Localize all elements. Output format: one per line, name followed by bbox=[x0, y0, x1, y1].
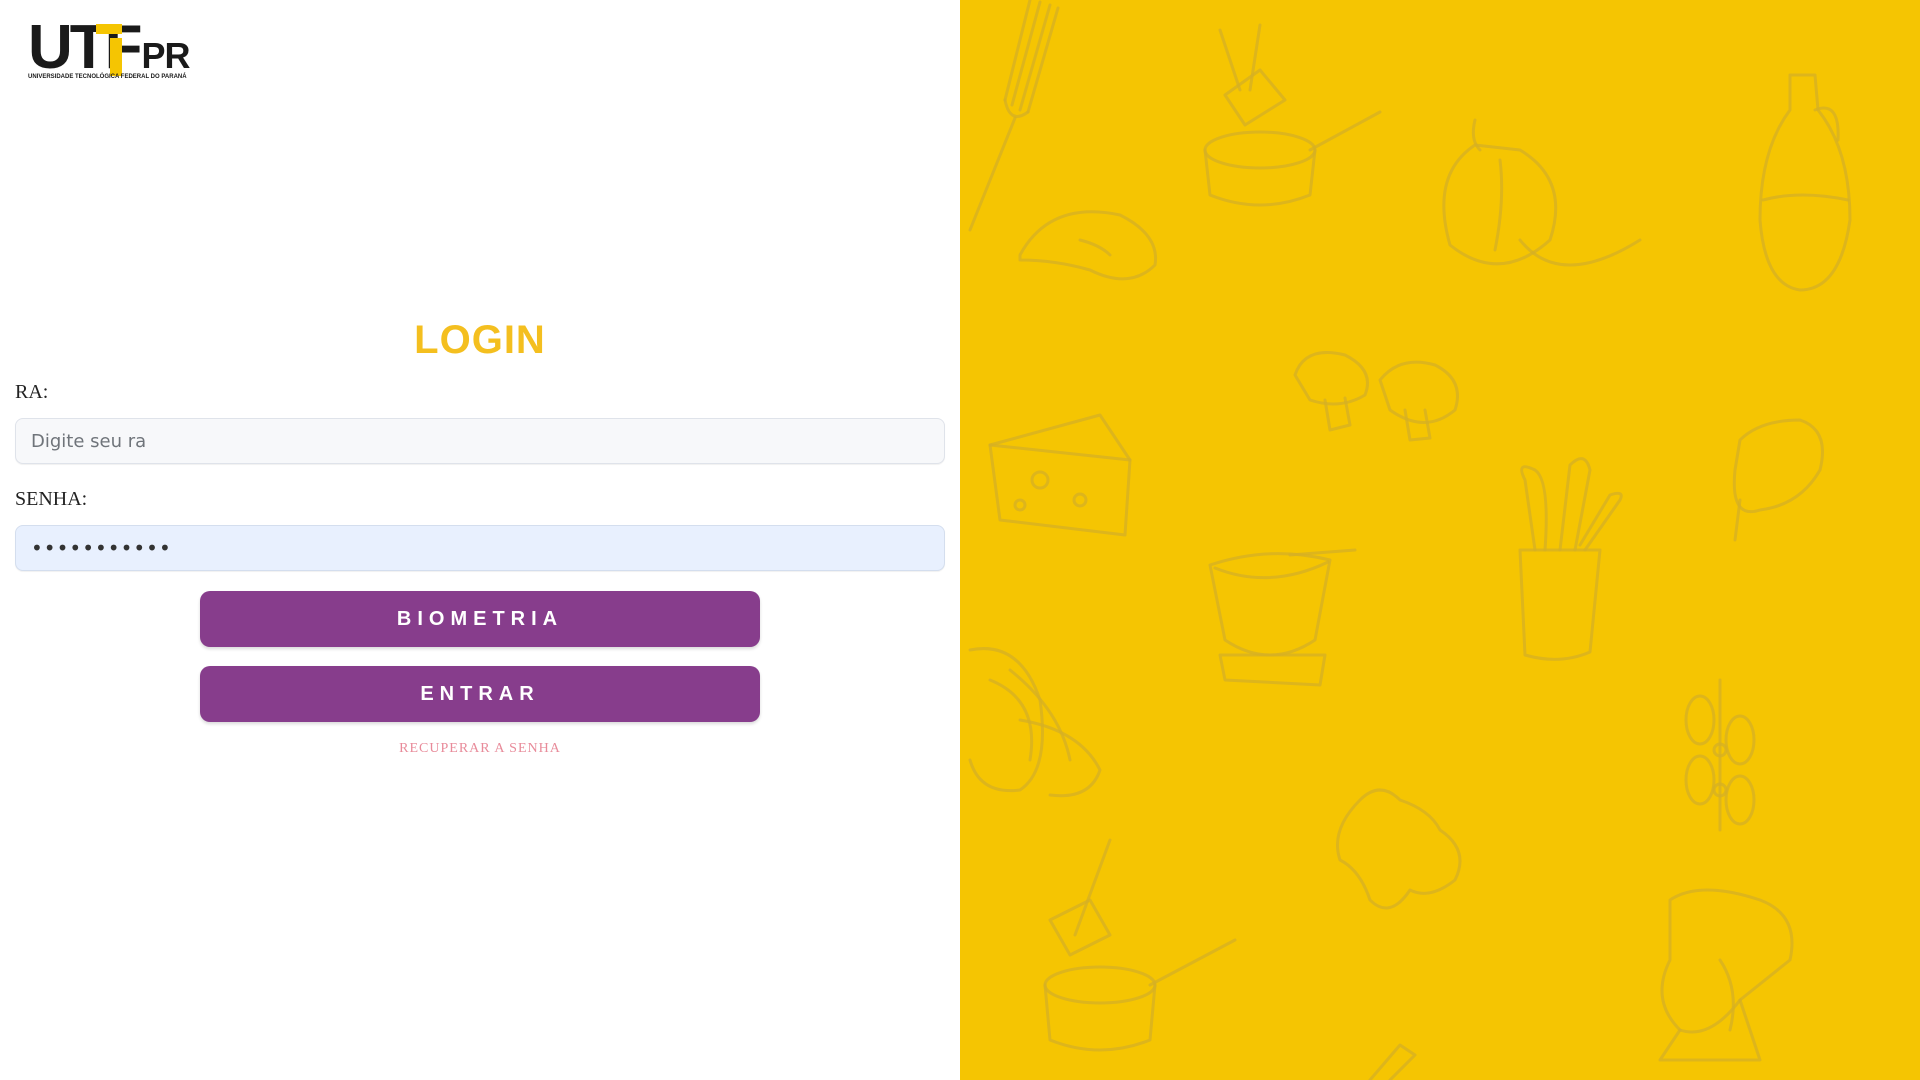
meat-icon bbox=[1018, 210, 1158, 281]
fork-icon bbox=[968, 0, 1060, 232]
olive-branch-icon bbox=[1684, 678, 1756, 832]
decorative-panel bbox=[960, 0, 1920, 1080]
utensils-icon bbox=[1518, 457, 1623, 661]
logo-subtitle: UNIVERSIDADE TECNOLÓGICA FEDERAL DO PARA… bbox=[28, 74, 187, 80]
pots-icon bbox=[1043, 838, 1237, 1052]
entrar-button[interactable]: ENTRAR bbox=[200, 666, 760, 722]
garlic-icon bbox=[1442, 118, 1642, 267]
meat-icon bbox=[1732, 418, 1824, 542]
login-page: UTF PR UNIVERSIDADE TECNOLÓGICA FEDERAL … bbox=[0, 0, 1920, 1080]
recover-password-link[interactable]: RECUPERAR A SENHA bbox=[0, 741, 960, 757]
senha-input[interactable]: ••••••••••• bbox=[15, 525, 945, 571]
pasta-icon bbox=[968, 647, 1102, 798]
oil-bottle-icon bbox=[1368, 1043, 1417, 1080]
mortar-icon bbox=[1208, 548, 1357, 687]
ra-input[interactable] bbox=[15, 418, 945, 464]
mushroom-icon bbox=[1293, 351, 1459, 442]
page-title: LOGIN bbox=[414, 318, 546, 362]
logo-yellow-bar bbox=[96, 24, 122, 34]
biometria-button[interactable]: BIOMETRIA bbox=[200, 591, 760, 647]
mixer-icon bbox=[1658, 888, 1794, 1062]
oil-bottle-icon bbox=[1758, 73, 1852, 292]
cheese-icon bbox=[988, 413, 1132, 537]
ginger-icon bbox=[1336, 788, 1462, 910]
senha-label: SENHA: bbox=[15, 488, 88, 510]
food-doodle-pattern bbox=[968, 0, 1852, 1080]
utfpr-logo: UTF PR UNIVERSIDADE TECNOLÓGICA FEDERAL … bbox=[28, 13, 191, 84]
pots-icon bbox=[1203, 23, 1382, 207]
ra-label: RA: bbox=[15, 381, 49, 403]
login-panel: UTF PR UNIVERSIDADE TECNOLÓGICA FEDERAL … bbox=[0, 0, 960, 1080]
logo-utf-text: UTF bbox=[28, 13, 143, 82]
logo-pr-text: PR bbox=[141, 35, 191, 76]
logo-yellow-stem bbox=[110, 38, 122, 76]
